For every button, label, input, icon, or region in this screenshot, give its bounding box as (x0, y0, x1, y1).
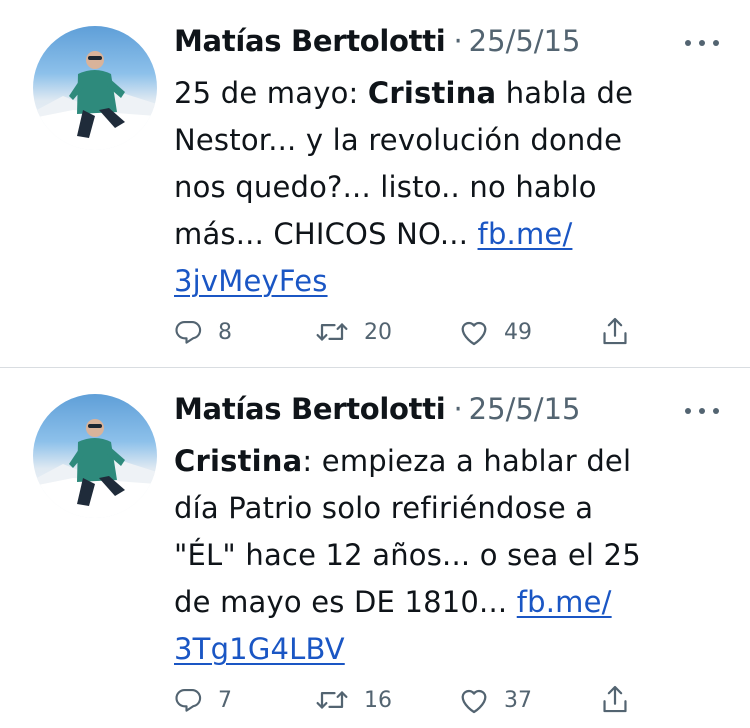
avatar[interactable] (33, 394, 157, 518)
tweet-date[interactable]: 25/5/15 (469, 24, 581, 58)
retweet-count: 16 (364, 687, 392, 713)
reply-icon (175, 688, 202, 712)
retweet-button[interactable]: 16 (314, 680, 392, 720)
more-icon[interactable] (685, 28, 719, 58)
bold-mention: Cristina (174, 444, 303, 478)
retweet-icon (316, 323, 348, 341)
like-count: 37 (504, 687, 532, 713)
tweet[interactable]: Matías Bertolotti · 25/5/15 Cristina: em… (0, 368, 750, 728)
heart-icon (461, 689, 487, 714)
retweet-icon (316, 691, 348, 709)
tweet-actions: 7 16 37 (174, 680, 644, 720)
like-button[interactable]: 37 (458, 680, 532, 720)
text-part: 25 de mayo: (174, 76, 368, 110)
retweet-button[interactable]: 20 (314, 312, 392, 352)
separator: · (453, 392, 463, 426)
like-button[interactable]: 49 (458, 312, 532, 352)
like-count: 49 (504, 319, 532, 345)
author-name[interactable]: Matías Bertolotti (174, 24, 446, 58)
bold-mention: Cristina (367, 76, 497, 110)
separator: · (453, 24, 463, 58)
reply-count: 7 (218, 687, 232, 713)
tweet-text: Cristina: empieza a hablar del día Patri… (174, 438, 734, 673)
reply-icon (175, 320, 202, 344)
reply-count: 8 (218, 319, 232, 345)
retweet-count: 20 (364, 319, 392, 345)
avatar[interactable] (33, 26, 157, 150)
share-button[interactable] (600, 312, 630, 352)
reply-button[interactable]: 7 (174, 680, 232, 720)
tweet-header: Matías Bertolotti · 25/5/15 (174, 24, 580, 64)
share-button[interactable] (600, 680, 630, 720)
author-name[interactable]: Matías Bertolotti (174, 392, 446, 426)
tweet-actions: 8 20 49 (174, 312, 644, 352)
tweet[interactable]: Matías Bertolotti · 25/5/15 25 de mayo: … (0, 0, 750, 367)
share-icon (603, 685, 627, 713)
tweet-text: 25 de mayo: Cristina habla de Nestor... … (174, 70, 734, 305)
heart-icon (461, 321, 487, 346)
more-icon[interactable] (685, 396, 719, 426)
reply-button[interactable]: 8 (174, 312, 232, 352)
share-icon (603, 317, 627, 345)
tweet-header: Matías Bertolotti · 25/5/15 (174, 392, 580, 432)
tweet-date[interactable]: 25/5/15 (469, 392, 581, 426)
